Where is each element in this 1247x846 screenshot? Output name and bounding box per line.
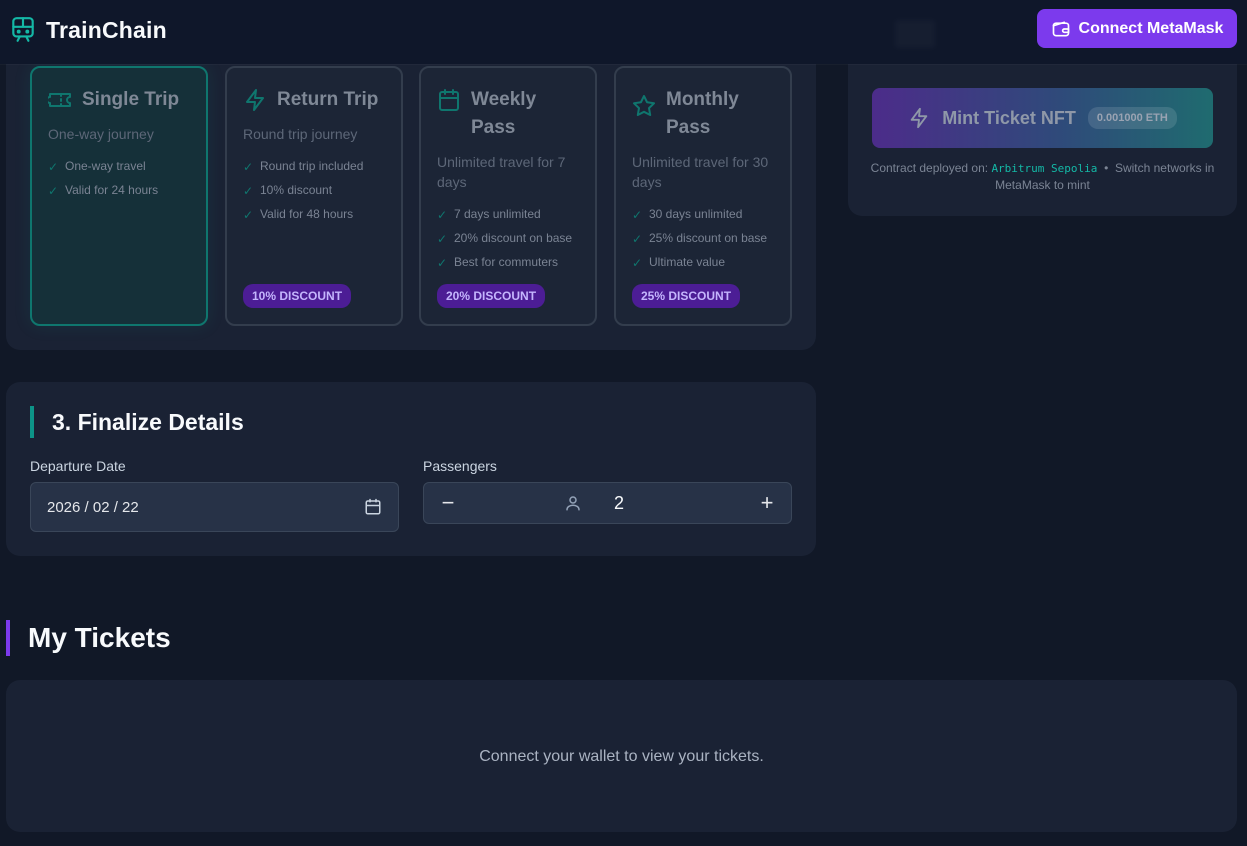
check-icon: ✓ [437, 232, 448, 246]
discount-badge: 10% DISCOUNT [243, 284, 352, 308]
passengers-count: 2 [614, 492, 625, 513]
feature-item: ✓ One-way travel [48, 154, 190, 178]
connect-metamask-label: Connect MetaMask [1078, 19, 1224, 37]
details-panel: 3. Finalize Details Departure Date 2026 … [6, 382, 816, 556]
feature-item: ✓ Valid for 48 hours [243, 202, 385, 226]
ticket-card-single-trip[interactable]: Single Trip One-way journey ✓ One-way tra… [30, 66, 208, 326]
connect-metamask-button[interactable]: Connect MetaMask [1037, 9, 1237, 48]
departure-date-input[interactable]: 2026 / 02 / 22 [30, 482, 399, 532]
check-icon: ✓ [243, 208, 254, 222]
user-icon [566, 496, 580, 511]
ticket-subtitle: Round trip journey [243, 126, 358, 142]
calendar-icon [439, 89, 459, 111]
increment-button[interactable]: + [743, 483, 791, 523]
discount-badge: 25% DISCOUNT [632, 284, 741, 308]
ticket-features: ✓ Round trip included ✓ 10% discount ✓ Vali… [243, 154, 385, 226]
price-badge: 0.001000 ETH [1087, 107, 1177, 129]
check-icon: ✓ [632, 256, 643, 270]
mint-ticket-label: Mint Ticket NFT [942, 107, 1076, 128]
ticket-title: Single Trip [82, 89, 180, 110]
check-icon: ✓ [48, 160, 59, 174]
feature-item: ✓ 20% discount on base [437, 226, 579, 250]
check-icon: ✓ [437, 208, 448, 222]
feature-item: ✓ 10% discount [243, 178, 385, 202]
obscured-element [895, 20, 935, 48]
passengers-stepper: − 2 + [423, 482, 792, 524]
star-icon [633, 95, 655, 116]
ticket-title: Return Trip [277, 89, 379, 110]
departure-date-value: 2026 / 02 / 22 [47, 498, 139, 516]
ticket-subtitle: One-way journey [48, 126, 154, 142]
check-icon: ✓ [437, 256, 448, 270]
ticket-type-panel: Single Trip One-way journey ✓ One-way tra… [6, 40, 816, 350]
ticket-card-return-trip[interactable]: Return Trip Round trip journey ✓ Round tr… [225, 66, 403, 326]
ticket-subtitle: Unlimited travel for 7 days [437, 154, 566, 190]
feature-item: ✓ 7 days unlimited [437, 202, 579, 226]
top-navbar: TrainChain Connect MetaMask [0, 0, 1247, 64]
feature-item: ✓ Valid for 24 hours [48, 178, 190, 202]
mint-panel: Mint Ticket NFT 0.001000 ETH Contract de… [848, 40, 1237, 216]
feature-item: ✓ Round trip included [243, 154, 385, 178]
wallet-icon [1052, 21, 1069, 36]
mint-ticket-button[interactable]: Mint Ticket NFT 0.001000 ETH [872, 88, 1213, 148]
lightning-icon [246, 89, 264, 111]
empty-state-message: Connect your wallet to view your tickets… [479, 748, 764, 765]
my-tickets-panel: Connect your wallet to view your tickets… [6, 680, 1237, 832]
train-icon [12, 17, 34, 42]
check-icon: ✓ [632, 208, 643, 222]
section-title: 3. Finalize Details [30, 406, 244, 438]
app-logo[interactable]: TrainChain [10, 16, 167, 44]
ticket-subtitle: Unlimited travel for 30 days [632, 154, 769, 190]
app-name: TrainChain [46, 16, 167, 43]
ticket-card-weekly-pass[interactable]: Weekly Pass Unlimited travel for 7 days … [419, 66, 597, 326]
departure-date-label: Departure Date [30, 458, 126, 474]
discount-badge: 20% DISCOUNT [437, 284, 546, 308]
check-icon: ✓ [48, 184, 59, 198]
feature-item: ✓ 30 days unlimited [632, 202, 774, 226]
check-icon: ✓ [243, 184, 254, 198]
ticket-card-monthly-pass[interactable]: Monthly Pass Unlimited travel for 30 day… [614, 66, 792, 326]
ticket-title: Monthly Pass [666, 89, 739, 138]
decrement-button[interactable]: − [424, 483, 472, 523]
check-icon: ✓ [243, 160, 254, 174]
ticket-title: Weekly Pass [471, 89, 537, 138]
lightning-icon [910, 107, 928, 129]
ticket-features: ✓ 30 days unlimited ✓ 25% discount on base… [632, 202, 774, 274]
ticket-features: ✓ 7 days unlimited ✓ 20% discount on base … [437, 202, 579, 274]
feature-item: ✓ 25% discount on base [632, 226, 774, 250]
feature-item: ✓ Ultimate value [632, 250, 774, 274]
contract-note: Contract deployed on: Arbitrum Sepolia •… [870, 161, 1215, 192]
my-tickets-title: My Tickets [6, 620, 171, 656]
check-icon: ✓ [632, 232, 643, 246]
feature-item: ✓ Best for commuters [437, 250, 579, 274]
network-name: Arbitrum Sepolia [991, 162, 1098, 175]
calendar-icon[interactable] [364, 498, 382, 516]
note-separator: • [1104, 161, 1109, 175]
ticket-icon [48, 93, 71, 107]
ticket-features: ✓ One-way travel ✓ Valid for 24 hours [48, 154, 190, 202]
passengers-label: Passengers [423, 458, 497, 474]
